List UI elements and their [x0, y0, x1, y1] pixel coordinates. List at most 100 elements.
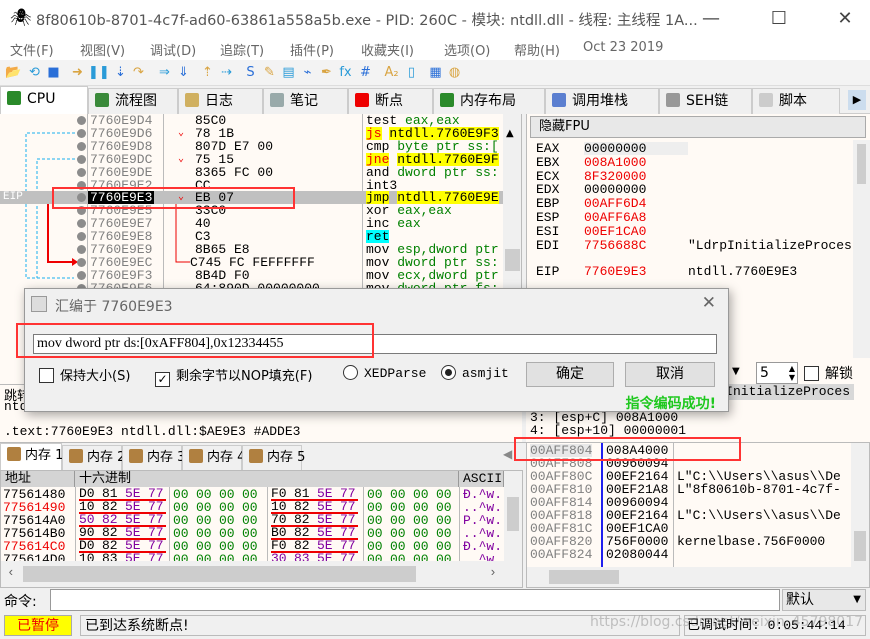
comment-icon[interactable]: ▤	[280, 64, 297, 81]
tab-笔记[interactable]: 笔记	[263, 88, 348, 114]
hex-dump-view[interactable]: 地址 十六进制 ASCII 77561480 D0 81 5E 77 00 00 00 00 F0…	[0, 470, 523, 588]
register-value[interactable]: 7760E9E3	[584, 265, 688, 278]
label-icon[interactable]: ⌁	[299, 64, 316, 81]
ok-button[interactable]: 确定	[526, 362, 614, 387]
breakpoint-dot[interactable]	[77, 154, 86, 164]
menu-item[interactable]: 视图(V)	[80, 40, 125, 59]
menu-item[interactable]: 收藏夹(I)	[361, 40, 414, 59]
disasm-row[interactable]: 7760E9F3 8B4D F0 mov ecx,dword ptr	[0, 269, 503, 282]
register-value[interactable]: 00000000	[584, 142, 688, 155]
register-value[interactable]: 00000000	[584, 183, 688, 196]
memory-tab-5[interactable]: 内存 5	[242, 445, 305, 471]
hex-vertical-scrollbar[interactable]	[504, 471, 522, 561]
pause-icon[interactable]: ❚❚	[88, 64, 110, 81]
arg-count-spinner[interactable]: 5 ▲ ▼	[756, 362, 798, 384]
disasm-row[interactable]: 7760E9EC C745 FC FEFFFFFF mov dword ptr ss…	[0, 256, 503, 269]
calc-icon[interactable]: ▯	[403, 64, 420, 81]
tab-scroll-left-icon[interactable]: ◀	[503, 447, 512, 461]
scroll-thumb[interactable]	[505, 249, 520, 271]
register-ESI[interactable]: ESI 00EF1CA0	[536, 225, 688, 238]
disasm-row[interactable]: 7760E9D6 ⌄ 78 1B js ntdll.7760E9F3	[0, 126, 503, 140]
memory-tab-3[interactable]: 内存 3	[122, 445, 185, 471]
scroll-up-icon[interactable]: ▲	[506, 128, 514, 139]
breakpoint-dot[interactable]	[77, 257, 86, 267]
dialog-close-button[interactable]: ✕	[702, 293, 716, 313]
menu-item[interactable]: 追踪(T)	[220, 40, 264, 59]
command-mode-select[interactable]: 默认 ▼	[782, 589, 866, 611]
breakpoint-dot[interactable]	[77, 167, 86, 177]
dropdown-arrow-icon[interactable]: ▼	[732, 366, 740, 377]
tab-SEH链[interactable]: SEH链	[659, 88, 752, 114]
register-value[interactable]: 8F320000	[584, 170, 688, 183]
stop-icon[interactable]: ■	[45, 64, 62, 81]
hide-fpu-button[interactable]: 隐藏FPU	[530, 116, 866, 138]
register-EDX[interactable]: EDX 00000000	[536, 183, 688, 196]
scylla-icon[interactable]: S	[242, 64, 259, 81]
disasm-row[interactable]: 7760E9D4 85C0 test eax,eax	[0, 114, 503, 127]
tab-断点[interactable]: 断点	[348, 88, 433, 114]
register-EDI[interactable]: EDI 7756688C "LdrpInitializeProcess	[536, 239, 860, 252]
patch-icon[interactable]: ✎	[261, 64, 278, 81]
register-value[interactable]: 00AFF6D4	[584, 197, 688, 210]
hex-horizontal-scrollbar[interactable]: ‹ ›	[1, 561, 522, 587]
asmjit-radio[interactable]: asmjit	[441, 365, 509, 381]
bookmark-icon[interactable]: ✒	[318, 64, 335, 81]
stack-view[interactable]: 00AFF804 008A4000 00AFF808 00960094 00AFF80C…	[526, 442, 870, 588]
registers-scrollbar[interactable]	[853, 140, 870, 358]
scroll-right-icon[interactable]: ›	[489, 565, 497, 580]
globe-icon[interactable]: ◍	[446, 64, 463, 81]
maximize-button[interactable]: ☐	[756, 6, 802, 32]
menu-item[interactable]: 选项(O)	[444, 40, 490, 59]
breakpoint-dot[interactable]	[77, 232, 86, 242]
fill-nop-checkbox[interactable]: ✓ 剩余字节以NOP填充(F)	[155, 365, 312, 387]
close-button[interactable]: ✕	[822, 6, 868, 32]
breakpoint-dot[interactable]	[77, 245, 86, 254]
disasm-row[interactable]: 7760E9E8 C3 ret	[0, 230, 503, 244]
tab-日志[interactable]: 日志	[178, 88, 263, 114]
memory-tab-2[interactable]: 内存 2	[62, 445, 125, 471]
animate-icon[interactable]: ⇢	[218, 64, 235, 81]
register-value[interactable]: 7756688C	[584, 239, 688, 252]
strings-icon[interactable]: A₂	[383, 64, 400, 81]
open-icon[interactable]: 📂	[5, 64, 22, 81]
run-icon[interactable]: ➜	[69, 64, 86, 81]
register-EIP[interactable]: EIP 7760E9E3 ntdll.7760E9E3	[536, 265, 797, 278]
breakpoint-dot[interactable]	[77, 270, 86, 280]
menu-item[interactable]: 帮助(H)	[514, 40, 560, 59]
breakpoint-dot[interactable]	[77, 128, 86, 138]
register-EAX[interactable]: EAX 00000000	[536, 142, 688, 155]
menu-item[interactable]: Oct 23 2019	[583, 40, 663, 55]
memory-icon[interactable]: ▦	[427, 64, 444, 81]
tab-scroll-right-icon[interactable]: ▶	[848, 90, 866, 110]
register-value[interactable]: 00EF1CA0	[584, 225, 688, 238]
disasm-row[interactable]: 7760E9D8 807D E7 00 cmp byte ptr ss:[	[0, 140, 503, 153]
xedparse-radio[interactable]: XEDParse	[343, 365, 426, 381]
memory-tab-4[interactable]: 内存 4	[182, 445, 245, 471]
unlock-checkbox[interactable]: 解锁	[804, 363, 853, 383]
step-over-icon[interactable]: ↷	[130, 64, 147, 81]
breakpoint-dot[interactable]	[77, 116, 86, 125]
register-value[interactable]: 00AFF6A8	[584, 211, 688, 224]
menu-item[interactable]: 文件(F)	[10, 40, 54, 59]
minimize-button[interactable]: —	[688, 6, 734, 32]
step-into-icon[interactable]: ⇣	[112, 64, 129, 81]
command-input[interactable]	[50, 589, 780, 611]
disasm-row[interactable]: 7760E9DC ⌄ 75 15 jne ntdll.7760E9F	[0, 152, 503, 166]
run-to-user-icon[interactable]: ⇡	[199, 64, 216, 81]
scroll-left-icon[interactable]: ‹	[7, 565, 15, 580]
keep-size-checkbox[interactable]: 保持大小(S)	[39, 365, 130, 384]
cancel-button[interactable]: 取消	[625, 362, 715, 387]
stack-horizontal-scrollbar[interactable]	[527, 567, 869, 587]
register-EBX[interactable]: EBX 008A1000	[536, 156, 688, 169]
tab-脚本[interactable]: 脚本	[752, 88, 840, 114]
disasm-row[interactable]: 7760E9E7 40 inc eax	[0, 217, 503, 230]
register-ESP[interactable]: ESP 00AFF6A8	[536, 211, 688, 224]
trace-over-icon[interactable]: ⇓	[175, 64, 192, 81]
menu-item[interactable]: 插件(P)	[290, 40, 334, 59]
function-icon[interactable]: fx	[337, 64, 354, 81]
breakpoint-dot[interactable]	[77, 219, 86, 229]
register-ECX[interactable]: ECX 8F320000	[536, 170, 688, 183]
tab-流程图[interactable]: 流程图	[88, 88, 178, 114]
hash-icon[interactable]: #	[357, 64, 374, 81]
breakpoint-dot[interactable]	[77, 141, 86, 151]
